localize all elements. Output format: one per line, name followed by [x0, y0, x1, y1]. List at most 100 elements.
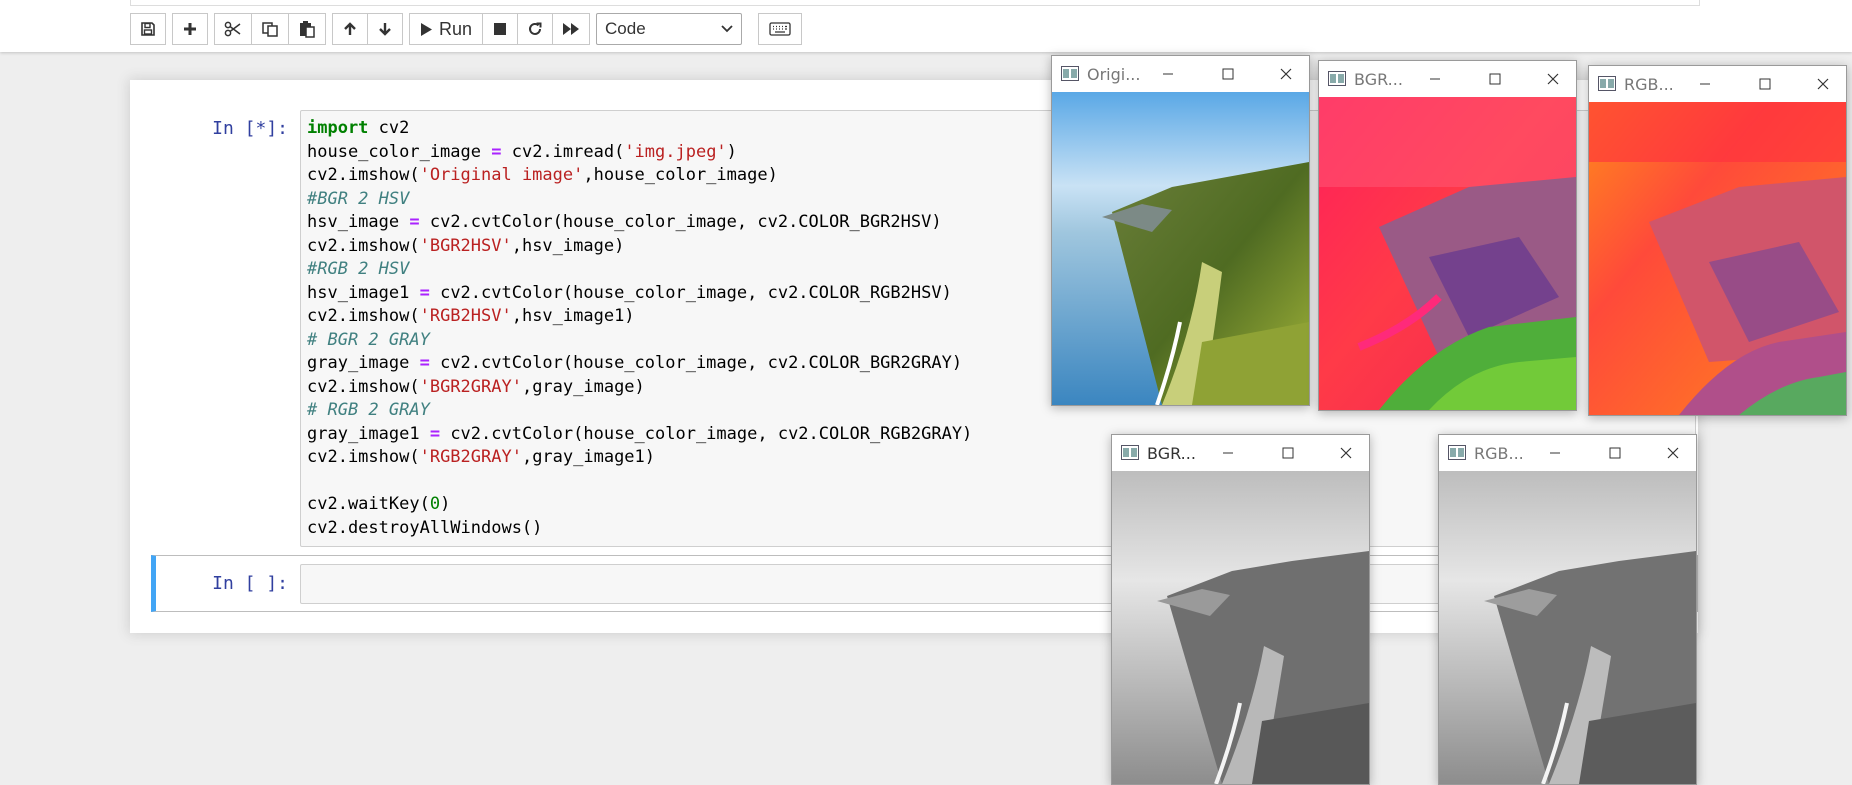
- save-group: [130, 13, 166, 45]
- stop-icon: [494, 23, 507, 35]
- close-button[interactable]: [1661, 441, 1685, 465]
- code-line-6: cv2.imshow('BGR2HSV',hsv_image): [307, 235, 625, 256]
- minimize-icon: [1550, 452, 1560, 454]
- minimize-button[interactable]: [1693, 72, 1717, 96]
- opencv-window-bgr2gray[interactable]: BGR...: [1111, 434, 1370, 785]
- app-icon: [1061, 66, 1079, 81]
- close-icon: [1817, 78, 1829, 90]
- arrow-up-icon: [344, 22, 356, 35]
- move-down-button[interactable]: [367, 13, 403, 45]
- window-titlebar[interactable]: Origi...: [1052, 56, 1309, 92]
- maximize-button[interactable]: [1603, 441, 1627, 465]
- app-icon: [1448, 445, 1466, 460]
- scissors-icon: [224, 21, 241, 37]
- cut-button[interactable]: [214, 13, 252, 45]
- code-line-13: # RGB 2 GRAY: [307, 400, 430, 420]
- window-title: RGB...: [1624, 75, 1674, 94]
- code-line-3: cv2.imshow('Original image',house_color_…: [307, 165, 778, 185]
- opencv-window-rgb2hsv[interactable]: RGB...: [1588, 65, 1847, 416]
- close-button[interactable]: [1274, 62, 1298, 86]
- paste-button[interactable]: [288, 13, 326, 45]
- run-button-label: Run: [439, 18, 473, 39]
- copy-button[interactable]: [251, 13, 289, 45]
- code-line-8: hsv_image1 = cv2.cvtColor(house_color_im…: [307, 282, 952, 303]
- code-line-15: cv2.imshow('RGB2GRAY',gray_image1): [307, 447, 656, 467]
- close-icon: [1667, 447, 1679, 459]
- keyboard-icon: [769, 22, 791, 36]
- save-icon: [141, 22, 155, 36]
- minimize-icon: [1223, 452, 1233, 454]
- edit-group: [214, 13, 326, 45]
- window-title: Origi...: [1087, 65, 1141, 84]
- minimize-button[interactable]: [1423, 67, 1447, 91]
- app-icon: [1121, 445, 1139, 460]
- rgb2gray-image: [1439, 471, 1696, 784]
- code-line-10: # BGR 2 GRAY: [307, 329, 430, 350]
- close-button[interactable]: [1541, 67, 1565, 91]
- cell-2-prompt: In [ ]:: [212, 573, 288, 594]
- maximize-icon: [1489, 73, 1501, 85]
- app-icon: [1328, 71, 1346, 86]
- code-line-11: gray_image = cv2.cvtColor(house_color_im…: [307, 353, 963, 373]
- move-group: [332, 13, 403, 45]
- restart-button[interactable]: [517, 13, 554, 45]
- app-icon: [1598, 76, 1616, 91]
- close-icon: [1340, 447, 1352, 459]
- command-palette-button[interactable]: [758, 13, 803, 45]
- move-up-button[interactable]: [332, 13, 368, 45]
- maximize-button[interactable]: [1276, 441, 1300, 465]
- insert-cell-button[interactable]: [172, 13, 208, 45]
- window-title: BGR...: [1354, 70, 1403, 89]
- minimize-button[interactable]: [1156, 62, 1180, 86]
- play-icon: [421, 22, 432, 36]
- copy-icon: [262, 22, 278, 37]
- maximize-icon: [1759, 78, 1771, 90]
- save-button[interactable]: [130, 13, 166, 45]
- minimize-icon: [1430, 78, 1440, 80]
- interrupt-button[interactable]: [482, 13, 519, 45]
- close-button[interactable]: [1811, 72, 1835, 96]
- maximize-button[interactable]: [1483, 67, 1507, 91]
- opencv-window-rgb2gray[interactable]: RGB...: [1438, 434, 1697, 785]
- maximize-icon: [1609, 447, 1621, 459]
- window-titlebar[interactable]: RGB...: [1439, 435, 1696, 471]
- code-line-7: #RGB 2 HSV: [307, 259, 410, 279]
- window-title: RGB...: [1474, 444, 1524, 463]
- bgr2hsv-image: [1319, 97, 1576, 410]
- insert-group: [172, 13, 208, 45]
- code-line-18: cv2.destroyAllWindows(): [307, 517, 543, 538]
- window-title: BGR...: [1147, 444, 1196, 463]
- code-line-14: gray_image1 = cv2.cvtColor(house_color_i…: [307, 423, 973, 444]
- minimize-button[interactable]: [1543, 441, 1567, 465]
- code-line-5: hsv_image = cv2.cvtColor(house_color_ima…: [307, 212, 942, 232]
- code-line-4: #BGR 2 HSV: [307, 188, 410, 209]
- chevron-down-icon: [721, 25, 733, 33]
- run-group: Run: [409, 13, 591, 45]
- restart-run-all-button[interactable]: [552, 13, 591, 45]
- kw-import: import: [307, 118, 369, 138]
- code-line-1: import cv2: [307, 118, 410, 138]
- maximize-icon: [1282, 447, 1294, 459]
- cell-type-select[interactable]: Code: [596, 13, 743, 45]
- code-line-17: cv2.waitKey(0): [307, 494, 451, 514]
- close-icon: [1547, 73, 1559, 85]
- cell-1-prompt: In [*]:: [212, 118, 288, 139]
- maximize-button[interactable]: [1753, 72, 1777, 96]
- rgb2hsv-image: [1589, 102, 1846, 415]
- maximize-button[interactable]: [1216, 62, 1240, 86]
- window-titlebar[interactable]: BGR...: [1319, 61, 1576, 97]
- plus-icon: [184, 23, 196, 35]
- code-line-9: cv2.imshow('RGB2HSV',hsv_image1): [307, 306, 635, 326]
- cell-1-code: import cv2 house_color_image = cv2.imrea…: [307, 117, 972, 540]
- bgr2gray-image: [1112, 471, 1369, 784]
- minimize-icon: [1163, 73, 1173, 75]
- close-icon: [1280, 68, 1292, 80]
- opencv-window-original[interactable]: Origi...: [1051, 55, 1310, 406]
- run-button[interactable]: Run: [409, 13, 484, 45]
- close-button[interactable]: [1334, 441, 1358, 465]
- window-titlebar[interactable]: RGB...: [1589, 66, 1846, 102]
- window-titlebar[interactable]: BGR...: [1112, 435, 1369, 471]
- minimize-button[interactable]: [1216, 441, 1240, 465]
- opencv-window-bgr2hsv[interactable]: BGR...: [1318, 60, 1577, 411]
- fast-forward-icon: [563, 23, 580, 35]
